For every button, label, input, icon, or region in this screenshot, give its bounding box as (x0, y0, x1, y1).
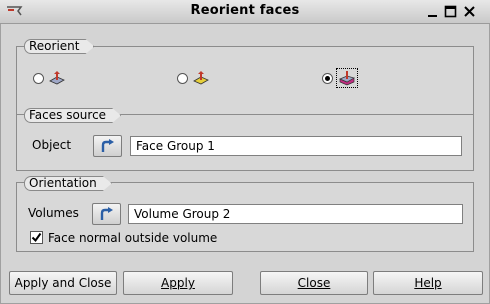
object-field[interactable]: Face Group 1 (130, 136, 462, 156)
dialog-body: Reorient Faces source Object Face Group … (0, 24, 490, 304)
help-button[interactable]: Help (373, 271, 483, 295)
volumes-select-button[interactable] (92, 203, 121, 225)
close-window-icon[interactable] (462, 4, 477, 19)
selection-arrow-icon (100, 207, 113, 220)
volumes-label: Volumes (28, 206, 79, 220)
reorient-by-point-icon[interactable] (192, 70, 210, 86)
title-bar[interactable]: Reorient faces (0, 0, 490, 24)
face-normal-outside-checkbox[interactable] (30, 231, 43, 244)
object-label: Object (32, 138, 72, 152)
reorient-by-volume-icon[interactable] (336, 68, 358, 88)
volumes-field[interactable]: Volume Group 2 (128, 204, 463, 224)
maximize-icon[interactable] (443, 4, 458, 19)
close-button[interactable]: Close (260, 271, 368, 295)
help-button-label: Help (414, 276, 442, 290)
window-title: Reorient faces (190, 3, 300, 18)
radio-reorient-by-vector[interactable] (33, 73, 44, 84)
faces-source-group: Faces source Object Face Group 1 (16, 114, 474, 171)
orientation-group-label: Orientation (24, 176, 112, 191)
radio-reorient-by-point[interactable] (177, 73, 188, 84)
faces-source-group-label: Faces source (24, 108, 121, 123)
apply-button-label: Apply (161, 276, 195, 290)
checkmark-icon (31, 232, 42, 243)
orientation-group: Orientation Volumes Volume Group 2 Face … (16, 182, 474, 252)
radio-reorient-by-volume[interactable] (322, 73, 333, 84)
minimize-icon[interactable] (425, 4, 440, 19)
object-select-button[interactable] (93, 135, 122, 157)
face-normal-outside-label[interactable]: Face normal outside volume (48, 231, 217, 245)
selection-arrow-icon (101, 139, 114, 152)
reorient-group: Reorient (16, 46, 474, 118)
reorient-group-label: Reorient (24, 39, 94, 54)
apply-and-close-button[interactable]: Apply and Close (9, 271, 117, 295)
close-button-label: Close (297, 276, 331, 290)
reorient-by-vector-icon[interactable] (48, 70, 66, 86)
apply-button[interactable]: Apply (123, 271, 233, 295)
